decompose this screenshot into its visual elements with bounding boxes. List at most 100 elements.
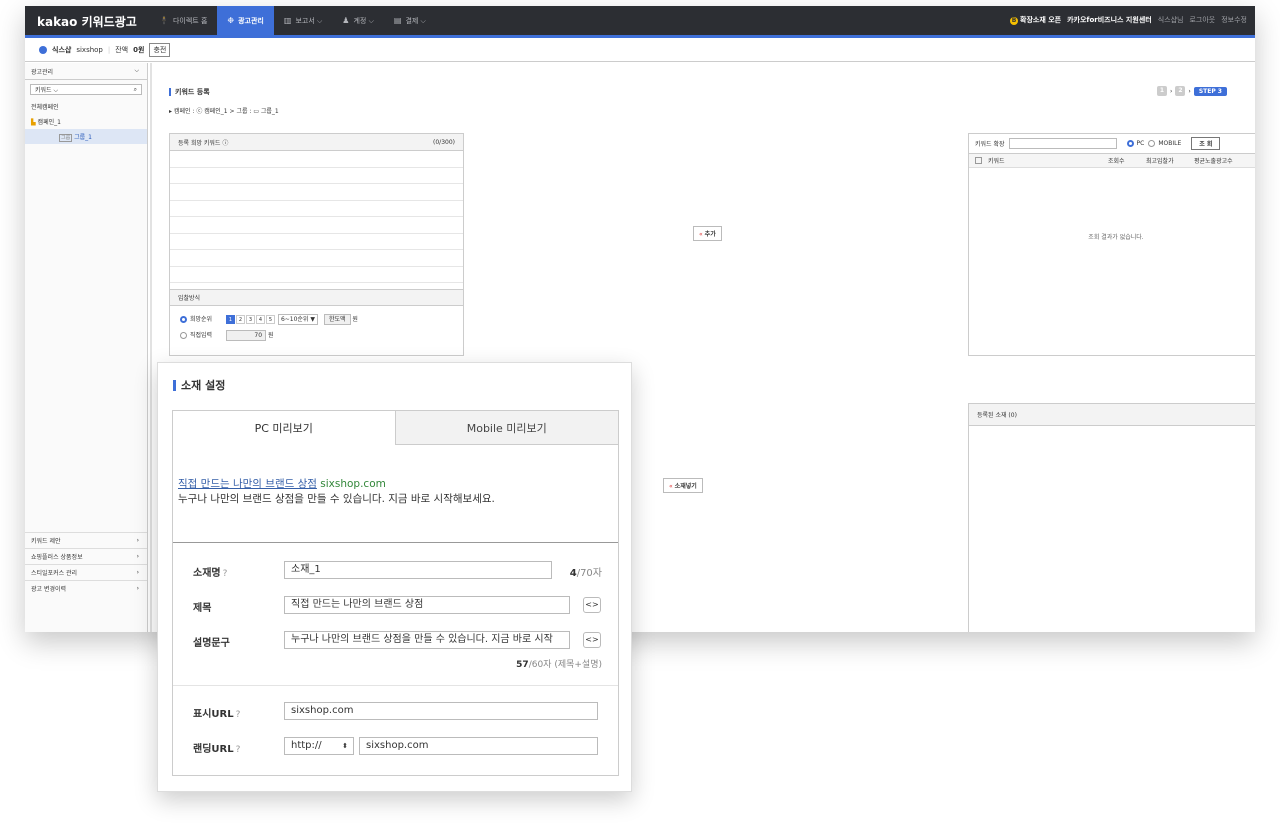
nav-payment[interactable]: ▤ 결제 ⌵ [384, 6, 436, 35]
sidebar-item-keyword-suggest[interactable]: 키워드 제안 › [25, 532, 147, 548]
tree-campaign[interactable]: ▙ 캠페인_1 [25, 114, 147, 129]
insert-creative-button[interactable]: «소재넣기 [663, 478, 703, 493]
nav-report[interactable]: ▥ 보고서 ⌵ [274, 6, 332, 35]
step-1: 1 [1157, 86, 1167, 96]
nav-direct-home[interactable]: 🕴 다이렉트 홈 [149, 6, 217, 35]
desc-char-count: 57/60자 (제목+설명) [516, 660, 602, 670]
direct-bid-input[interactable]: 70 [226, 330, 267, 341]
add-keyword-button[interactable]: «추가 [693, 226, 722, 241]
empty-result: 조회 결과가 없습니다. [1088, 234, 1144, 241]
chevron-right-icon: › [136, 537, 139, 544]
rank-2[interactable]: 2 [236, 315, 246, 324]
ad-preview: 직접 만드는 나만의 브랜드 상점 sixshop.com 누구나 나만의 브랜… [173, 445, 618, 543]
chevron-down-icon: ⌵ [134, 67, 139, 74]
search-button[interactable]: 조 회 [1191, 137, 1221, 150]
nav-ad-management[interactable]: ❉ 광고관리 [217, 6, 274, 35]
account-bar: 식스샵 sixshop | 잔액 0원 충전 [25, 38, 1255, 62]
account-name: 식스샵 [52, 45, 72, 54]
nav-account[interactable]: ♟ 계정 ⌵ [332, 6, 384, 35]
sidebar-search[interactable]: 키워드 ⌵ ⌕ [30, 84, 142, 95]
select-arrow-icon: ⬍ [342, 742, 348, 750]
logout-link[interactable]: 로그아웃 [1189, 15, 1215, 25]
sidebar-item-shopping-plus[interactable]: 쇼핑플러스 상품정보 › [25, 548, 147, 564]
sidebar-item-style-focus[interactable]: 스티일포커스 관리 › [25, 564, 147, 580]
user-icon: ♟ [342, 16, 350, 25]
tab-mobile-preview[interactable]: Mobile 미리보기 [395, 411, 618, 445]
bid-rank-radio[interactable] [180, 316, 187, 323]
select-all-checkbox[interactable] [975, 157, 982, 164]
code-toggle-icon[interactable]: <> [583, 597, 601, 613]
tree-group[interactable]: 그룹 그룹_1 [25, 129, 147, 144]
rank-select[interactable]: 6~10순위 ▼ [277, 314, 319, 325]
chevron-right-icon: › [136, 569, 139, 576]
sidebar-header[interactable]: 광고관리 ⌵ [25, 63, 147, 80]
charge-button[interactable]: 충전 [149, 42, 171, 57]
breadcrumb: ▸ 캠페인 : ⓒ 캠페인_1 > 그룹 : ▭ 그룹_1 [169, 108, 279, 115]
step-3: STEP 3 [1193, 86, 1227, 96]
help-icon[interactable]: ? [223, 569, 228, 579]
title-input[interactable]: 직접 만드는 나만의 브랜드 상점 [284, 596, 570, 614]
creative-name-input[interactable]: 소재_1 [284, 561, 552, 579]
step-2: 2 [1175, 86, 1186, 96]
extension-open-link[interactable]: B 확장소재 오픈 [1010, 15, 1061, 25]
top-bar: kakao 키워드광고 🕴 다이렉트 홈 ❉ 광고관리 ▥ 보고서 ⌵ ♟ 계정 ⌵ ▤… [25, 6, 1255, 38]
bid-rank-row: 희망순위 12345 6~10순위 ▼ 한도액 원 [170, 306, 463, 325]
code-toggle-icon[interactable]: <> [583, 632, 601, 648]
support-center-link[interactable]: 카카오for비즈니스 지원센터 [1067, 15, 1152, 25]
step-indicator: 1 › 2 › STEP 3 [1157, 86, 1227, 96]
divider: | [107, 45, 111, 54]
keyword-input-panel: 등록 희망 키워드 ⓘ (0/300) 입찰방식 희망순위 12345 6~10순… [169, 133, 464, 356]
bid-method-header: 입찰방식 [170, 289, 463, 306]
rank-5[interactable]: 5 [266, 315, 276, 324]
tree-all-campaigns[interactable]: 전체캠페인 [25, 99, 147, 114]
description-input[interactable]: 누구나 나만의 브랜드 상점을 만들 수 있습니다. 지금 바로 시작 [284, 631, 570, 649]
expand-search-input[interactable] [1008, 138, 1117, 149]
tab-pc-preview[interactable]: PC 미리보기 [173, 411, 396, 445]
gear-icon: ❉ [227, 16, 235, 25]
chart-icon: ▥ [283, 16, 292, 25]
link-url-input[interactable]: sixshop.com [359, 737, 598, 755]
search-icon[interactable]: ⌕ [134, 86, 137, 94]
rank-1[interactable]: 1 [226, 315, 236, 324]
preview-title[interactable]: 직접 만드는 나만의 브랜드 상점 [178, 478, 317, 490]
account-id: sixshop [76, 45, 103, 54]
preview-tabs: PC 미리보기 Mobile 미리보기 [173, 411, 618, 445]
registered-creative-panel: 등록된 소재 (0) [968, 403, 1255, 632]
help-icon[interactable]: ? [236, 745, 241, 755]
bid-direct-radio[interactable] [180, 332, 187, 339]
group-tag-icon: 그룹 [59, 134, 73, 142]
expand-search-row: 키워드 확장 PC MOBILE 조 회 [969, 134, 1255, 154]
help-icon[interactable]: ? [236, 710, 241, 720]
logo[interactable]: kakao 키워드광고 [37, 13, 137, 30]
protocol-select[interactable]: http://⬍ [284, 737, 354, 755]
main-nav: 🕴 다이렉트 홈 ❉ 광고관리 ▥ 보고서 ⌵ ♟ 계정 ⌵ ▤ 결제 ⌵ [149, 6, 436, 35]
user-name: 식스샵님 [1157, 16, 1184, 24]
creative-form: PC 미리보기 Mobile 미리보기 직접 만드는 나만의 브랜드 상점 si… [172, 410, 619, 776]
sidebar-bottom-menu: 키워드 제안 › 쇼핑플러스 상품정보 › 스티일포커스 관리 › 광고 변경이력 › [25, 532, 147, 596]
campaign-tree: 전체캠페인 ▙ 캠페인_1 그룹 그룹_1 [25, 99, 147, 144]
account-info-link[interactable]: 정보수정 [1221, 15, 1247, 25]
double-arrow-icon: « [699, 231, 703, 238]
chevron-right-icon: › [136, 585, 139, 592]
sidebar-splitter[interactable] [150, 63, 152, 632]
bid-direct-row: 직접입력 70 원 [170, 324, 463, 341]
rank-3[interactable]: 3 [246, 315, 256, 324]
rank-4[interactable]: 4 [256, 315, 266, 324]
popup-title: 소재 설정 [173, 377, 225, 393]
name-char-count: 4/70자 [569, 568, 602, 579]
mobile-radio[interactable]: MOBILE [1148, 140, 1181, 147]
display-url-input[interactable]: sixshop.com [284, 702, 598, 720]
registered-creative-header: 등록된 소재 (0) [969, 404, 1255, 426]
dropdown-icon: ▼ [310, 316, 316, 323]
document-icon: ▤ [393, 16, 402, 25]
folder-icon: ▙ [31, 119, 36, 126]
pc-radio[interactable]: PC [1126, 140, 1144, 147]
double-arrow-icon: « [669, 483, 673, 490]
sidebar-item-change-history[interactable]: 광고 변경이력 › [25, 580, 147, 596]
filter-select[interactable]: 키워드 ⌵ [35, 85, 58, 95]
balance-value: 0원 [133, 45, 145, 54]
home-icon: 🕴 [159, 16, 169, 25]
preview-url: sixshop.com [320, 478, 386, 490]
keyword-textarea[interactable] [170, 151, 463, 289]
limit-input[interactable]: 한도액 [323, 314, 351, 325]
